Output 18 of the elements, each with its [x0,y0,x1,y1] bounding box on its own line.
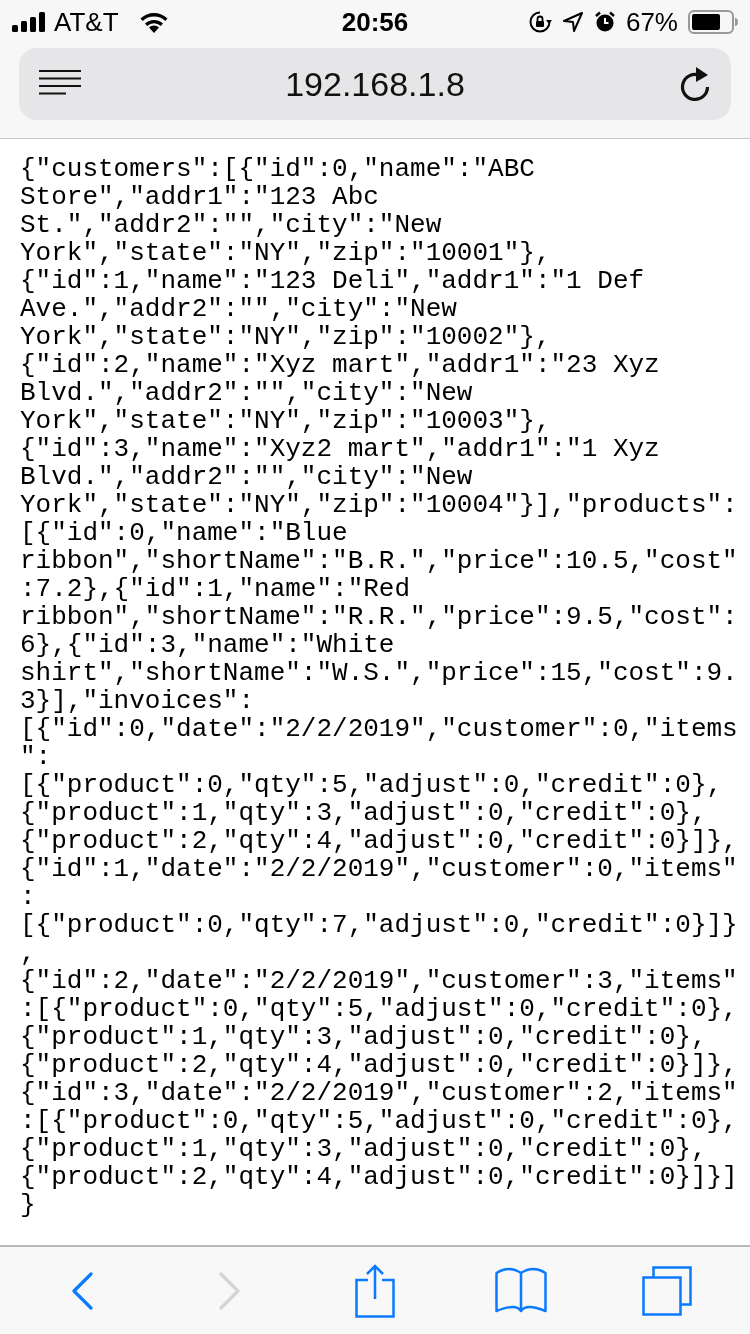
address-bar[interactable]: 192.168.1.8 [19,48,731,120]
json-text: {"customers":[{"id":0,"name":"ABC Store","addr1":"123 Abc St.","addr2":"","city":"New York","state":"NY","zip":"10001"}, {"id":1,"name":"123 Deli","addr1":"1 Def Ave.","addr2":"","city":"New York","state":"NY","zip":"10002"}, {"id":2,"name":"Xyz mart","addr1":"23 Xyz Blvd.","addr2":"","city":"New York","state":"NY","zip":"10003"}, {"id":3,"name":"Xyz2 mart","addr1":"1 Xyz Blvd.","addr2":"","city":"New York","state":"NY","zip":"10004"}],"products": [{"id":0,"name":"Blue ribbon","shortName":"B.R.","price":10.5,"cost" :7.2},{"id":1,"name":"Red ribbon","shortName":"R.R.","price":9.5,"cost": 6},{"id":3,"name":"White shirt","shortName":"W.S.","price":15,"cost":9. 3}],"invoices": [{"id":0,"date":"2/2/2019","customer":0,"items ": [{"product":0,"qty":5,"adjust":0,"credit":0}, {"product":1,"qty":3,"adjust":0,"credit":0}, {"product":2,"qty":4,"adjust":0,"credit":0}]}, {"id":1,"date":"2/2/2019","customer":0,"items" : [{"product":0,"qty":7,"adjust":0,"credit":0}]} , {"id":2,"date":"2/2/2019","customer":3,"items" :[{"product":0,"qty":5,"adjust":0,"credit":0}, {"product":1,"qty":3,"adjust":0,"credit":0}, {"product":2,"qty":4,"adjust":0,"credit":0}]}, {"id":3,"date":"2/2/2019","customer":2,"items" :[{"product":0,"qty":5,"adjust":0,"credit":0}, {"product":1,"qty":3,"adjust":0,"credit":0}, {"product":2,"qty":4,"adjust":0,"credit":0}]}] } [20,155,738,1219]
tabs-icon[interactable] [642,1265,692,1316]
reload-icon[interactable] [679,66,711,102]
clock-time: 20:56 [341,6,409,38]
signal-icon [12,12,46,32]
share-icon[interactable] [355,1263,395,1318]
wifi-icon [138,11,169,33]
rotation-lock-icon [527,10,552,34]
alarm-clock-icon [593,11,616,33]
book-icon[interactable] [495,1266,547,1315]
back-chevron-icon[interactable] [71,1271,95,1310]
location-arrow-icon [561,11,584,33]
battery-percentage: 67% [625,6,678,38]
url-text: 192.168.1.8 [285,64,465,104]
reader-icon[interactable] [39,70,81,98]
carrier-name: AT&T [54,6,119,38]
battery-icon [688,10,738,34]
